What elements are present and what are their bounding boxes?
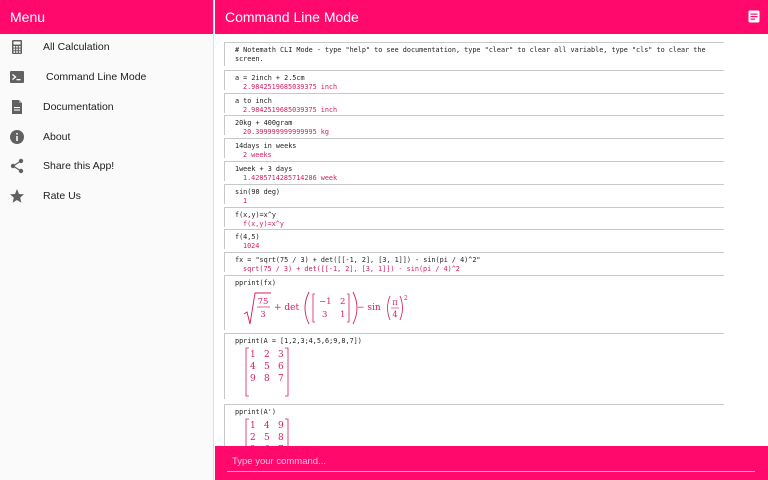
- matrix-cell: 9: [250, 374, 256, 384]
- console-result: 2 weeks: [243, 151, 272, 159]
- console-command: fx = "sqrt(75 / 3) + det([[-1, 2], [3, 1…: [235, 256, 481, 264]
- matrix-cell: 6: [278, 362, 284, 372]
- console-command: 14days in weeks: [235, 142, 297, 150]
- matrix-cell: 3: [322, 310, 327, 320]
- console-result: 2.9842519685039375 inch: [243, 83, 338, 91]
- console-command: 20kg + 400gram: [235, 119, 293, 127]
- console-command: a = 2inch + 2.5cm: [235, 74, 305, 82]
- matrix-cell: 8: [278, 433, 284, 443]
- console-command: sin(90 deg): [235, 188, 281, 196]
- console-intro: # Notemath CLI Mode - type "help" to see…: [224, 42, 724, 66]
- page-title: Command Line Mode: [225, 9, 359, 25]
- console-entry: fx = "sqrt(75 / 3) + det([[-1, 2], [3, 1…: [224, 252, 724, 273]
- console-entry: 20kg + 400gram 20.399999999999995 kg: [224, 115, 724, 136]
- console-command: 1week + 3 days: [235, 165, 293, 173]
- matrix-cell: 5: [264, 433, 270, 443]
- command-input[interactable]: [227, 452, 755, 472]
- matrix-cell: 1: [250, 350, 256, 360]
- sidebar-item-label: All Calculation: [43, 41, 110, 53]
- console-result: sqrt(75 / 3) + det([[-1, 2], [3, 1]]) - …: [243, 265, 460, 273]
- console-command: a to inch: [235, 97, 272, 105]
- console-command: pprint(A = [1,2,3;4,5,6;9,8,7]): [235, 337, 362, 345]
- sqrt-numerator: 75: [258, 297, 269, 307]
- matrix-cell: 3: [278, 350, 284, 360]
- drawer-title: Menu: [0, 0, 213, 34]
- console-command: f(x,y)=x^y: [235, 211, 276, 219]
- matrix-cell: 4: [264, 421, 270, 431]
- console-output[interactable]: # Notemath CLI Mode - type "help" to see…: [215, 34, 768, 446]
- matrix-cell: −1: [319, 297, 332, 307]
- sidebar-item-command-line-mode[interactable]: Command Line Mode: [0, 63, 214, 91]
- document-icon: [12, 100, 22, 114]
- sidebar-item-share[interactable]: Share this App!: [0, 152, 214, 180]
- console-result: 1024: [243, 242, 260, 250]
- sidebar-item-all-calculation[interactable]: All Calculation: [0, 33, 214, 61]
- sidebar-item-rate-us[interactable]: Rate Us: [0, 182, 214, 210]
- calculator-icon: [12, 40, 22, 54]
- console-result: 1: [243, 197, 248, 205]
- console-command: f(4,5): [235, 233, 260, 241]
- console-entry: a to inch 2.9842519685039375 inch: [224, 93, 724, 114]
- command-input-bar: [215, 446, 768, 480]
- navigation-drawer: Menu All Calculation Command Line Mode D…: [0, 0, 214, 480]
- matrix-cell: 8: [264, 374, 270, 384]
- matrix-cell: 9: [278, 421, 284, 431]
- matrix-render: 1 4 9 2 5 8 3 6 7: [245, 418, 289, 446]
- console-command: pprint(A'): [235, 408, 276, 416]
- pretty-print-expression: 75 3 + det −1 2 3 1 − sin π 4 2: [243, 290, 413, 332]
- console-command: pprint(fx): [235, 279, 276, 287]
- console-entry: 1week + 3 days 1.4285714285714286 week: [224, 161, 724, 182]
- matrix-cell: 4: [250, 362, 256, 372]
- console-entry: sin(90 deg) 1: [224, 184, 724, 205]
- sidebar-item-documentation[interactable]: Documentation: [0, 93, 214, 121]
- sidebar-item-label: Command Line Mode: [46, 71, 147, 83]
- console-icon: [10, 71, 24, 83]
- console-result: f(x,y)=x^y: [243, 220, 284, 228]
- matrix-cell: 2: [250, 433, 256, 443]
- console-entry: pprint(A = [1,2,3;4,5,6;9,8,7]) 1 2 3 4 …: [224, 333, 724, 399]
- console-entry: f(x,y)=x^y f(x,y)=x^y: [224, 207, 724, 228]
- expression-render: 75 3 + det −1 2 3 1 − sin π 4 2: [243, 291, 408, 325]
- minus-sin-text: − sin: [357, 303, 381, 313]
- star-icon: [10, 189, 24, 203]
- pretty-print-matrix: 1 2 3 4 5 6 9 8 7: [245, 347, 305, 401]
- console-intro-text: # Notemath CLI Mode - type "help" to see…: [235, 46, 710, 63]
- pi-symbol: π: [392, 298, 397, 307]
- sqrt-denominator: 3: [260, 310, 265, 320]
- document-icon[interactable]: [748, 10, 760, 23]
- console-entry: a = 2inch + 2.5cm 2.9842519685039375 inc…: [224, 70, 724, 91]
- matrix-cell: 7: [278, 374, 284, 384]
- sidebar-item-about[interactable]: About: [0, 123, 214, 151]
- console-entry: 14days in weeks 2 weeks: [224, 138, 724, 159]
- app-bar: Command Line Mode: [215, 0, 768, 34]
- console-result: 20.399999999999995 kg: [243, 128, 329, 136]
- sidebar-item-label: Rate Us: [43, 190, 81, 202]
- info-icon: [10, 130, 24, 144]
- matrix-cell: 1: [250, 421, 256, 431]
- plus-det-text: + det: [274, 303, 299, 313]
- fraction-denominator: 4: [392, 310, 397, 319]
- console-entry: f(4,5) 1024: [224, 229, 724, 250]
- matrix-cell: 5: [264, 362, 270, 372]
- sidebar-item-label: About: [43, 131, 71, 143]
- sidebar-item-label: Share this App!: [43, 160, 115, 172]
- matrix-cell: 2: [340, 297, 345, 307]
- pretty-print-matrix: 1 4 9 2 5 8 3 6 7: [245, 418, 305, 446]
- matrix-cell: 2: [264, 350, 270, 360]
- console-result: 2.9842519685039375 inch: [243, 106, 338, 114]
- matrix-render: 1 2 3 4 5 6 9 8 7: [245, 347, 289, 397]
- exponent: 2: [404, 295, 408, 302]
- console-result: 1.4285714285714286 week: [243, 174, 338, 182]
- console-entry: pprint(fx) 75 3 + det −1 2 3 1 − sin π 4…: [224, 275, 724, 330]
- main-panel: Command Line Mode # Notemath CLI Mode - …: [215, 0, 768, 480]
- sidebar-item-label: Documentation: [43, 101, 114, 113]
- matrix-cell: 1: [340, 310, 345, 320]
- console-entry: pprint(A') 1 4 9 2 5 8 3 6 7: [224, 404, 724, 446]
- share-icon: [10, 158, 24, 174]
